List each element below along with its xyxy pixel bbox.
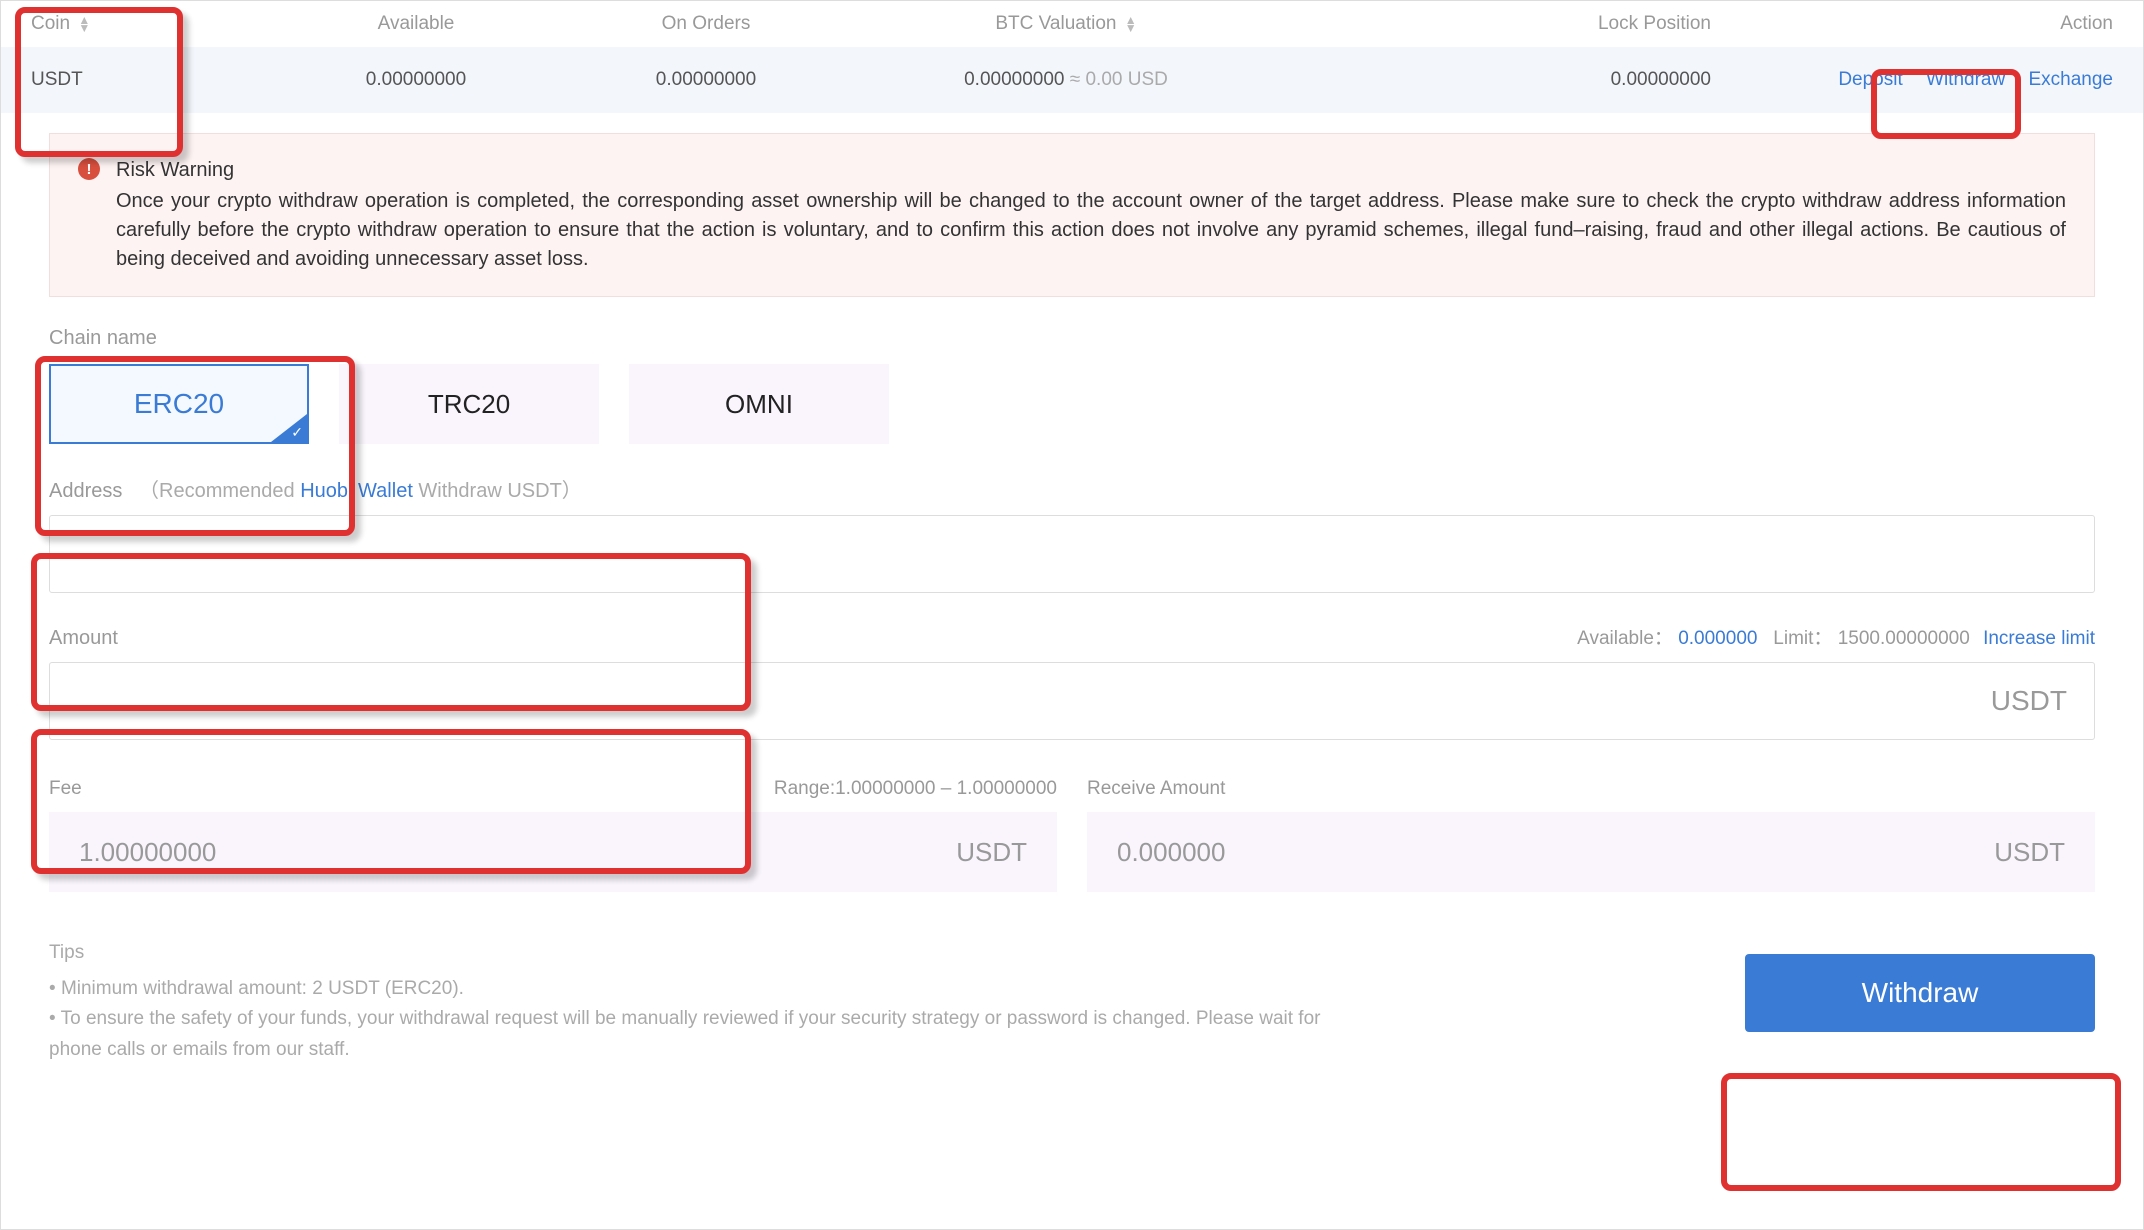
receive-label: Receive Amount xyxy=(1087,778,1225,800)
row-lock: 0.00000000 xyxy=(1281,69,1711,91)
withdraw-button[interactable]: Withdraw xyxy=(1745,954,2095,1032)
risk-body: Once your crypto withdraw operation is c… xyxy=(116,187,2066,274)
tip-item: • Minimum withdrawal amount: 2 USDT (ERC… xyxy=(49,974,1349,1004)
amount-available-label: Available： xyxy=(1577,628,1673,649)
amount-available-value: 0.000000 xyxy=(1678,628,1757,649)
fee-unit: USDT xyxy=(956,837,1027,868)
header-action: Action xyxy=(1711,13,2113,35)
amount-input[interactable] xyxy=(49,662,2095,740)
withdraw-link[interactable]: Withdraw xyxy=(1926,69,2005,90)
row-available: 0.00000000 xyxy=(271,69,561,91)
row-actions: Deposit Withdraw Exchange xyxy=(1711,69,2113,91)
row-btc: 0.00000000 ≈ 0.00 USD xyxy=(851,69,1281,91)
chain-option-omni[interactable]: OMNI xyxy=(629,364,889,444)
fee-range: Range:1.00000000 – 1.00000000 xyxy=(774,778,1057,800)
exchange-link[interactable]: Exchange xyxy=(2028,69,2113,90)
receive-display: 0.000000 USDT xyxy=(1087,812,2095,892)
fee-label: Fee xyxy=(49,778,82,800)
address-label-row: Address （Recommended Huobi Wallet Withdr… xyxy=(49,474,2095,503)
tips-title: Tips xyxy=(49,942,1349,964)
warning-icon: ! xyxy=(78,158,100,180)
chain-option-trc20[interactable]: TRC20 xyxy=(339,364,599,444)
address-label: Address xyxy=(49,480,122,502)
tips-list: • Minimum withdrawal amount: 2 USDT (ERC… xyxy=(49,974,1349,1065)
amount-limit-value: 1500.00000000 xyxy=(1838,628,1970,649)
chain-options: ERC20 ✓ TRC20 OMNI xyxy=(49,364,2095,444)
fee-display: 1.00000000 USDT xyxy=(49,812,1057,892)
risk-warning-box: ! Risk Warning Once your crypto withdraw… xyxy=(49,133,2095,297)
risk-title: Risk Warning xyxy=(116,156,2066,185)
amount-limit-label: Limit： xyxy=(1773,628,1832,649)
header-coin[interactable]: Coin ▲▼ xyxy=(31,13,271,35)
sort-icon[interactable]: ▲▼ xyxy=(1125,16,1137,32)
header-btc-valuation[interactable]: BTC Valuation ▲▼ xyxy=(851,13,1281,35)
address-rec-prefix: （Recommended xyxy=(139,480,300,502)
increase-limit-link[interactable]: Increase limit xyxy=(1983,628,2095,649)
row-on-orders: 0.00000000 xyxy=(561,69,851,91)
receive-unit: USDT xyxy=(1994,837,2065,868)
address-input[interactable] xyxy=(49,515,2095,593)
chain-option-erc20-label: ERC20 xyxy=(134,388,224,420)
tip-text: To ensure the safety of your funds, your… xyxy=(49,1008,1320,1059)
amount-label: Amount xyxy=(49,627,118,650)
fee-value: 1.00000000 xyxy=(79,837,216,868)
row-btc-value: 0.00000000 xyxy=(964,69,1064,90)
chain-option-erc20[interactable]: ERC20 ✓ xyxy=(49,364,309,444)
asset-row-usdt: USDT 0.00000000 0.00000000 0.00000000 ≈ … xyxy=(1,47,2143,113)
asset-table-header: Coin ▲▼ Available On Orders BTC Valuatio… xyxy=(1,1,2143,47)
amount-info: Available： 0.000000 Limit： 1500.00000000… xyxy=(1577,623,2095,650)
amount-unit: USDT xyxy=(1991,685,2067,717)
huobi-wallet-link[interactable]: Huobi Wallet xyxy=(300,480,413,502)
row-btc-usd: ≈ 0.00 USD xyxy=(1070,69,1168,90)
header-coin-label: Coin xyxy=(31,13,70,34)
check-icon: ✓ xyxy=(291,424,303,441)
tip-text: Minimum withdrawal amount: 2 USDT (ERC20… xyxy=(61,978,464,999)
sort-icon[interactable]: ▲▼ xyxy=(78,16,90,32)
header-on-orders: On Orders xyxy=(561,13,851,35)
row-coin: USDT xyxy=(31,69,271,91)
header-available: Available xyxy=(271,13,561,35)
address-rec-suffix: Withdraw USDT） xyxy=(413,480,582,502)
header-btc-label: BTC Valuation xyxy=(995,13,1116,34)
deposit-link[interactable]: Deposit xyxy=(1838,69,1902,90)
tip-item: • To ensure the safety of your funds, yo… xyxy=(49,1004,1349,1065)
header-lock-position: Lock Position xyxy=(1281,13,1711,35)
chain-label: Chain name xyxy=(49,327,2095,350)
receive-value: 0.000000 xyxy=(1117,837,1225,868)
